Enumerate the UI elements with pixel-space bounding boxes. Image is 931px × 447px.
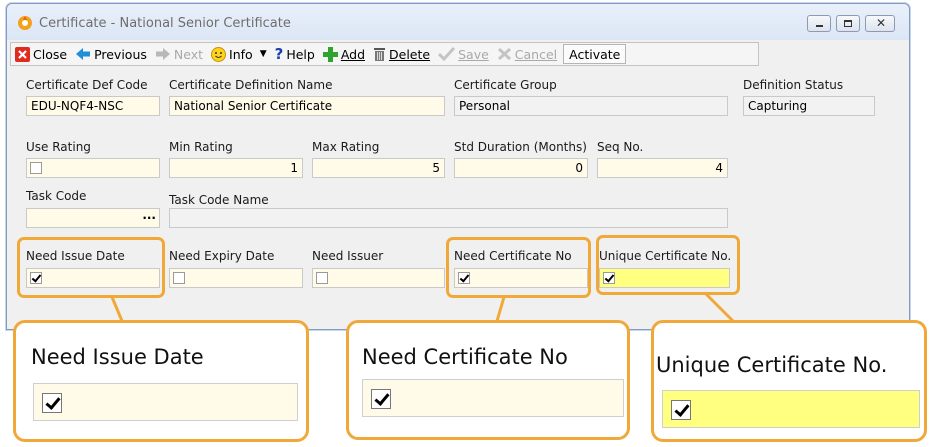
- zoom-issue-date-checkbox: [42, 393, 62, 413]
- zoom-unique-checkbox: [671, 400, 691, 420]
- zoom-cert-no-checkbox: [371, 389, 391, 409]
- zoom-cert-no-field: [362, 379, 624, 417]
- zoom-issue-date-field: [33, 383, 298, 421]
- zoom-cert-no-label: Need Certificate No: [362, 345, 568, 369]
- zoom-issue-date-label: Need Issue Date: [31, 345, 204, 369]
- zoom-unique-field: [662, 390, 920, 428]
- zoom-callout-cert-no: Need Certificate No: [346, 320, 630, 440]
- zoom-unique-label: Unique Certificate No.: [656, 353, 888, 377]
- zoom-callout-unique: Unique Certificate No.: [651, 320, 927, 442]
- zoom-callout-issue-date: Need Issue Date: [13, 320, 309, 442]
